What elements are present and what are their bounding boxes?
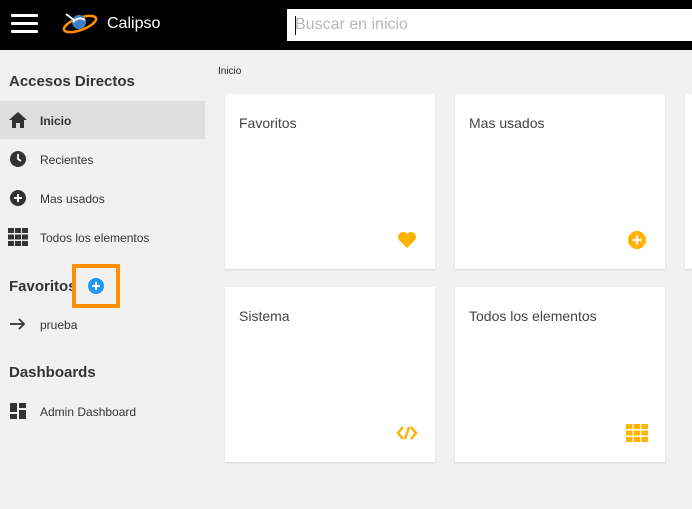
sidebar-item-label: Admin Dashboard — [40, 405, 137, 419]
card-title: Sistema — [239, 308, 290, 324]
favorites-section-title: Favoritos — [9, 278, 77, 295]
dashboards-section-title: Dashboards — [9, 364, 96, 381]
plus-circle-icon — [628, 231, 646, 249]
sidebar-item-mas-usados[interactable]: Mas usados — [0, 179, 205, 217]
card-title: Favoritos — [239, 115, 297, 131]
shortcuts-section-title: Accesos Directos — [9, 73, 135, 90]
card-title: Todos los elementos — [469, 308, 597, 324]
add-favorite-button[interactable] — [72, 264, 120, 308]
sidebar-item-label: prueba — [40, 318, 78, 332]
sidebar-item-label: Mas usados — [40, 192, 105, 206]
sidebar-item-recientes[interactable]: Recientes — [0, 140, 205, 178]
clock-icon — [10, 151, 26, 167]
arrow-right-icon — [10, 318, 26, 330]
sidebar-item-todos-los-elementos[interactable]: Todos los elementos — [0, 218, 205, 256]
calipso-logo — [62, 13, 98, 34]
sidebar-item-label: Inicio — [40, 114, 72, 128]
code-icon — [396, 426, 418, 440]
grid-icon — [8, 228, 28, 246]
card-sistema[interactable]: Sistema — [225, 287, 435, 462]
top-bar: Calipso — [0, 0, 692, 50]
search-input[interactable] — [287, 9, 692, 41]
sidebar-item-label: Recientes — [40, 153, 94, 167]
sidebar-item-prueba[interactable]: prueba — [0, 305, 205, 343]
card-partial-edge — [685, 94, 692, 269]
app-title: Calipso — [107, 15, 161, 32]
card-title: Mas usados — [469, 115, 545, 131]
sidebar-item-label: Todos los elementos — [40, 231, 150, 245]
dashboard-icon — [10, 403, 26, 419]
add-circle-icon — [88, 278, 104, 294]
heart-icon — [398, 232, 416, 248]
sidebar-item-admin-dashboard[interactable]: Admin Dashboard — [0, 392, 205, 430]
plus-circle-icon — [10, 190, 26, 206]
sidebar-item-inicio[interactable]: Inicio — [0, 101, 205, 139]
card-favoritos[interactable]: Favoritos — [225, 94, 435, 269]
menu-icon[interactable] — [11, 13, 38, 35]
home-icon — [9, 112, 27, 128]
card-mas-usados[interactable]: Mas usados — [455, 94, 665, 269]
grid-icon — [626, 424, 648, 442]
breadcrumb: Inicio — [218, 66, 242, 77]
card-todos-los-elementos[interactable]: Todos los elementos — [455, 287, 665, 462]
text-caret — [295, 16, 296, 35]
